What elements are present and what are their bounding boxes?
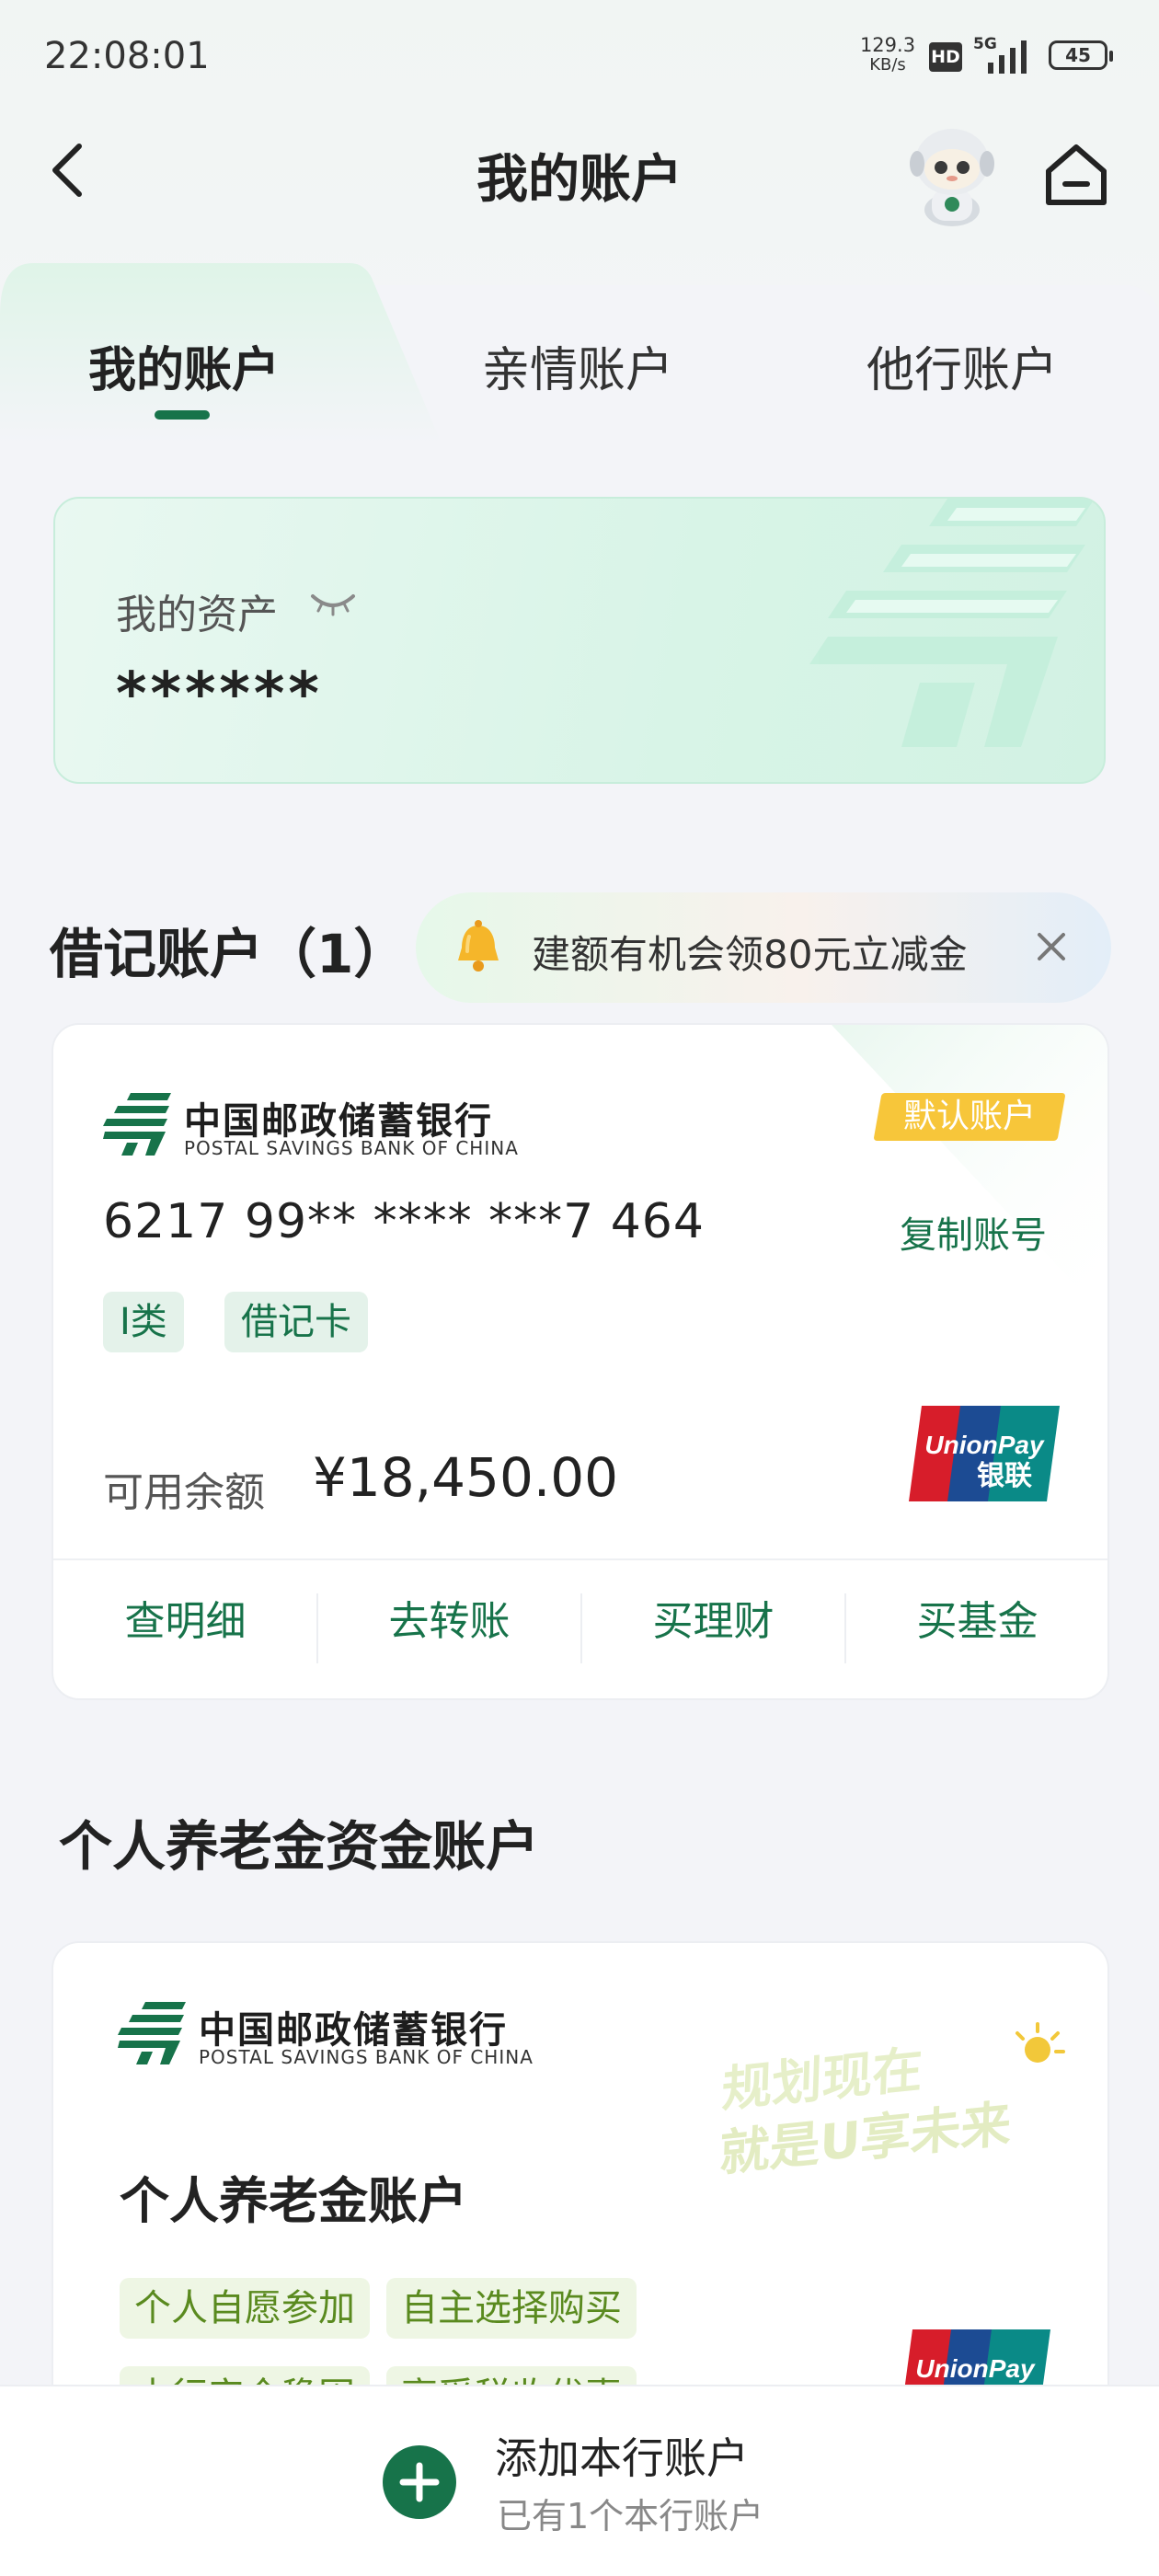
home-icon [1046,144,1107,205]
status-bar: 22:08:01 129.3 KB/s HD 5G 45 [0,0,1159,110]
card-number: 6217 99** **** ***7 464 [103,1194,705,1249]
bottom-action-bar: 添加本行账户 已有1个本行账户 [0,2385,1159,2576]
assets-card[interactable]: 我的资产 ****** [53,497,1106,784]
chevron-left-icon [52,144,82,197]
promo-banner[interactable]: 建额有机会领80元立减金 [416,892,1111,1003]
plus-icon [399,2462,440,2502]
unionpay-logo: UnionPay 银联 [909,1406,1060,1501]
eye-closed-icon[interactable] [309,587,357,620]
add-account-button[interactable] [383,2445,456,2519]
add-account-label[interactable]: 添加本行账户 [495,2425,749,2486]
sun-icon [1016,2022,1065,2063]
status-time: 22:08:01 [44,35,210,77]
bank-name-en: POSTAL SAVINGS BANK OF CHINA [199,2046,534,2068]
assets-value: ****** [116,661,323,729]
debit-account-card[interactable]: 中国邮政储蓄银行 POSTAL SAVINGS BANK OF CHINA 默认… [52,1023,1109,1700]
buy-wealth-product-button[interactable]: 买理财 [581,1588,845,1647]
copy-account-button[interactable]: 复制账号 [900,1205,1047,1259]
transfer-button[interactable]: 去转账 [317,1588,581,1647]
buy-fund-button[interactable]: 买基金 [845,1588,1107,1647]
tag-debit-card: 借记卡 [224,1292,368,1352]
unionpay-cn: 银联 [977,1460,1032,1492]
postal-logo-watermark [809,499,1095,747]
active-tab-indicator [155,410,210,420]
mascot-assistant-icon[interactable] [897,118,1007,228]
psbc-emblem-icon [103,1093,171,1156]
close-icon[interactable] [1028,924,1074,970]
view-details-button[interactable]: 查明细 [53,1588,317,1647]
tab-other-bank-accounts[interactable]: 他行账户 [866,331,1058,400]
debit-section-title: 借记账户（1） [50,923,407,985]
tag-class-one: I类 [103,1292,184,1352]
network-speed: 129.3 KB/s [855,35,920,75]
network-speed-unit: KB/s [869,55,906,75]
pension-section-title: 个人养老金资金账户 [59,1815,540,1878]
bell-icon [458,920,499,972]
pension-slogan: 规划现在 就是U享未来 [718,2022,1065,2182]
back-button[interactable] [37,133,101,207]
tab-my-accounts[interactable]: 我的账户 [88,331,280,400]
default-account-badge: 默认账户 [873,1093,1066,1141]
hd-icon: HD [929,42,962,72]
psbc-logo: 中国邮政储蓄银行 POSTAL SAVINGS BANK OF CHINA [103,1091,563,1165]
network-speed-value: 129.3 [859,34,916,56]
balance-label: 可用余额 [103,1469,265,1516]
pension-account-name: 个人养老金账户 [120,2172,467,2230]
battery-icon: 45 [1049,40,1113,70]
default-account-badge-label: 默认账户 [902,1098,1036,1135]
psbc-emblem-icon [118,2002,186,2064]
unionpay-en: UnionPay [924,1431,1045,1459]
home-button[interactable] [1039,138,1113,212]
page-title: 我的账户 [476,150,683,210]
network-type: 5G [973,35,997,53]
bank-name-en: POSTAL SAVINGS BANK OF CHINA [184,1137,519,1159]
unionpay-en: UnionPay [915,2354,1036,2383]
add-account-subtitle: 已有1个本行账户 [497,2496,764,2536]
psbc-logo: 中国邮政储蓄银行 POSTAL SAVINGS BANK OF CHINA [118,2000,578,2074]
tag-voluntary: 个人自愿参加 [120,2278,370,2339]
promo-text: 建额有机会领80元立减金 [532,932,968,977]
balance-value: ¥18,450.00 [313,1446,619,1509]
tag-self-selection: 自主选择购买 [386,2278,637,2339]
card-divider [53,1558,1107,1560]
card-corner-decoration [832,1025,1107,1319]
assets-label: 我的资产 [116,592,278,638]
tab-family-accounts[interactable]: 亲情账户 [482,331,673,400]
signal-icon: 5G [973,35,1038,75]
